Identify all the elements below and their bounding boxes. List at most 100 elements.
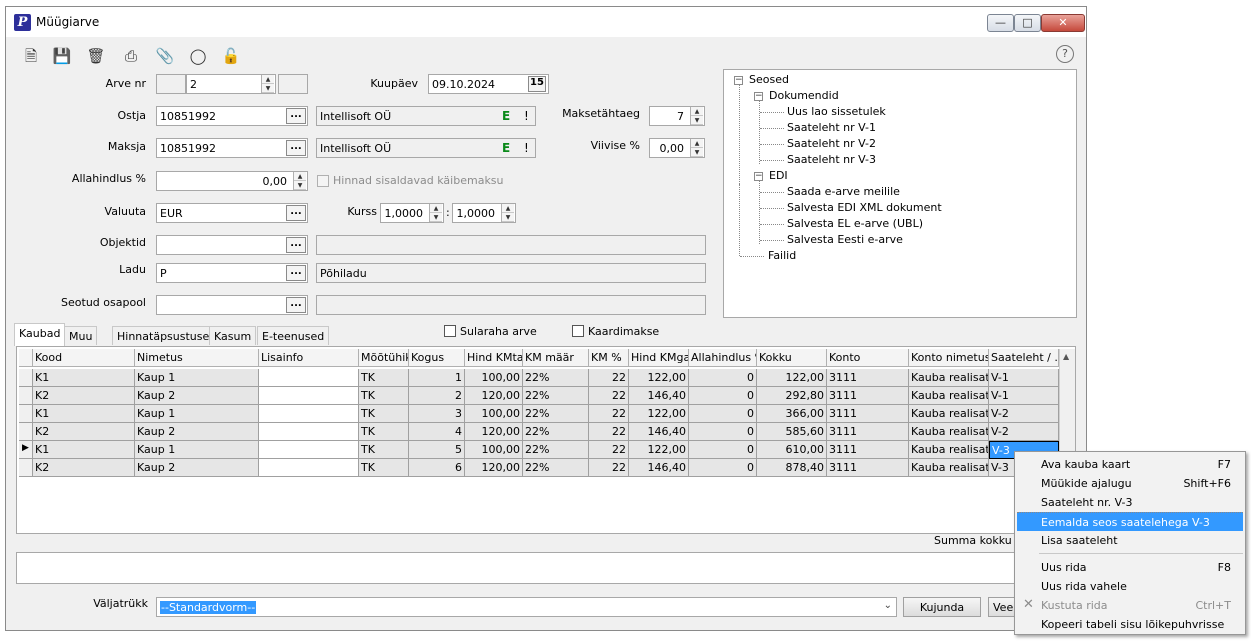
column-header[interactable]: Kokku [757, 349, 827, 367]
table-cell[interactable]: 3111 [827, 405, 909, 423]
tree-node-seosed[interactable]: Seosed [749, 73, 789, 86]
table-cell[interactable]: K2 [33, 387, 135, 405]
tab-hinnatapsustused[interactable]: Hinnatäpsustused [112, 326, 222, 345]
table-cell[interactable]: 3 [409, 405, 465, 423]
table-cell[interactable]: 3111 [827, 441, 909, 459]
menu-item-kustuta-rida[interactable]: ✕ Kustuta rida Ctrl+T [1017, 596, 1243, 615]
table-cell[interactable]: Kaup 2 [135, 423, 259, 441]
table-cell[interactable]: 22 [589, 459, 629, 477]
table-cell[interactable]: 3111 [827, 387, 909, 405]
table-cell[interactable]: TK [359, 423, 409, 441]
table-cell[interactable] [259, 369, 359, 387]
new-document-icon[interactable]: 🗎 [20, 45, 42, 67]
hinnad-checkbox[interactable] [317, 175, 329, 187]
table-cell[interactable]: 2 [409, 387, 465, 405]
table-cell[interactable]: 100,00 [465, 441, 523, 459]
table-cell[interactable]: 22% [523, 387, 589, 405]
table-cell[interactable] [259, 459, 359, 477]
menu-item-eemalda-seos[interactable]: Eemalda seos saatelehega V-3 [1017, 512, 1243, 531]
row-header[interactable] [19, 387, 33, 405]
tree-node-edi-item[interactable]: Saada e-arve meilile [787, 185, 900, 198]
kurss-spinner-2[interactable]: ▲ ▼ [501, 204, 514, 222]
scroll-up-icon[interactable]: ▲ [1063, 352, 1069, 361]
table-cell[interactable]: TK [359, 387, 409, 405]
table-cell[interactable]: K1 [33, 441, 135, 459]
kujunda-button[interactable]: Kujunda [903, 597, 981, 617]
column-header[interactable]: Allahindlus % [689, 349, 757, 367]
seotud-osapool-lookup-button[interactable]: ... [286, 297, 306, 313]
column-header[interactable]: Konto nimetus [909, 349, 989, 367]
kurss-spinner-1[interactable]: ▲ ▼ [429, 204, 442, 222]
dokumendid-collapse-icon[interactable]: − [754, 92, 763, 101]
table-cell[interactable]: 22 [589, 441, 629, 459]
table-cell[interactable]: 1 [409, 369, 465, 387]
table-cell[interactable]: Kaup 2 [135, 459, 259, 477]
table-cell[interactable]: K1 [33, 369, 135, 387]
table-cell[interactable]: 0 [689, 387, 757, 405]
table-cell[interactable]: 122,00 [629, 441, 689, 459]
viivise-spinner[interactable]: ▲ ▼ [690, 139, 703, 157]
tree-node-edi-item[interactable]: Salvesta EL e-arve (UBL) [787, 217, 923, 230]
tag-icon[interactable]: ◯ [187, 45, 209, 67]
tab-kaubad[interactable]: Kaubad [14, 323, 66, 346]
row-header[interactable]: ▶ [19, 441, 33, 459]
column-header[interactable]: Saateleht / ... [989, 349, 1059, 367]
table-cell[interactable]: 878,40 [757, 459, 827, 477]
row-header[interactable] [19, 369, 33, 387]
items-grid[interactable]: Kood Nimetus Lisainfo Mõõtühik Kogus Hin… [16, 346, 1076, 534]
column-header[interactable]: Hind KMta [465, 349, 523, 367]
menu-item-uus-rida-vahele[interactable]: Uus rida vahele [1017, 577, 1243, 596]
allahindlus-spinner[interactable]: ▲ ▼ [293, 172, 306, 190]
table-cell[interactable]: 292,80 [757, 387, 827, 405]
table-cell[interactable] [259, 441, 359, 459]
table-cell[interactable]: 4 [409, 423, 465, 441]
seosed-collapse-icon[interactable]: − [734, 76, 743, 85]
menu-item-ava-kauba-kaart[interactable]: Ava kauba kaart F7 [1017, 455, 1243, 474]
menu-item-uus-rida[interactable]: Uus rida F8 [1017, 558, 1243, 577]
row-header[interactable] [19, 423, 33, 441]
column-header[interactable]: Kogus [409, 349, 465, 367]
column-header[interactable]: Hind KMga [629, 349, 689, 367]
minimize-button[interactable]: — [987, 14, 1014, 32]
sularaha-checkbox[interactable] [444, 325, 456, 337]
table-cell[interactable]: 122,00 [629, 369, 689, 387]
table-cell[interactable]: Kauba realisatsio [909, 441, 989, 459]
tree-node-edi-item[interactable]: Salvesta Eesti e-arve [787, 233, 903, 246]
table-cell[interactable]: K2 [33, 459, 135, 477]
calendar-icon[interactable]: 15 [528, 76, 546, 92]
table-cell[interactable]: Kauba realisatsio [909, 387, 989, 405]
table-cell[interactable]: Kauba realisatsio [909, 369, 989, 387]
table-cell[interactable]: 22 [589, 405, 629, 423]
tree-node-failid[interactable]: Failid [768, 249, 796, 262]
edi-collapse-icon[interactable]: − [754, 172, 763, 181]
table-cell[interactable]: V-1 [989, 369, 1059, 387]
table-cell[interactable] [259, 387, 359, 405]
ladu-lookup-button[interactable]: ... [286, 265, 306, 281]
table-cell[interactable]: 610,00 [757, 441, 827, 459]
close-button[interactable]: ✕ [1041, 14, 1085, 32]
table-cell[interactable]: 120,00 [465, 387, 523, 405]
tree-node-doc[interactable]: Saateleht nr V-1 [787, 121, 876, 134]
maksetahtaeg-spinner[interactable]: ▲ ▼ [690, 107, 703, 125]
table-cell[interactable]: 22% [523, 441, 589, 459]
save-icon[interactable]: 💾 [51, 45, 73, 67]
column-header[interactable]: Mõõtühik [359, 349, 409, 367]
tree-node-edi[interactable]: EDI [769, 169, 788, 182]
table-cell[interactable]: 6 [409, 459, 465, 477]
row-header[interactable] [19, 459, 33, 477]
column-header[interactable]: Nimetus [135, 349, 259, 367]
table-cell[interactable]: Kauba realisatsio [909, 423, 989, 441]
ostja-lookup-button[interactable]: ... [286, 108, 306, 124]
menu-item-saateleht[interactable]: Saateleht nr. V-3 [1017, 493, 1243, 512]
table-cell[interactable]: 122,00 [629, 405, 689, 423]
table-cell[interactable]: 22 [589, 369, 629, 387]
table-cell[interactable]: TK [359, 405, 409, 423]
table-cell[interactable]: 22% [523, 369, 589, 387]
maximize-button[interactable]: □ [1014, 14, 1041, 32]
menu-item-kopeeri[interactable]: Kopeeri tabeli sisu lõikepuhvrisse [1017, 615, 1243, 634]
valjatrukk-select[interactable]: --Standardvorm-- ⌄ [156, 597, 897, 617]
arve-nr-spinner[interactable]: ▲ ▼ [261, 75, 274, 93]
grid-vertical-scrollbar[interactable]: ▲ [1059, 349, 1075, 461]
row-header[interactable] [19, 405, 33, 423]
table-cell[interactable]: 120,00 [465, 459, 523, 477]
